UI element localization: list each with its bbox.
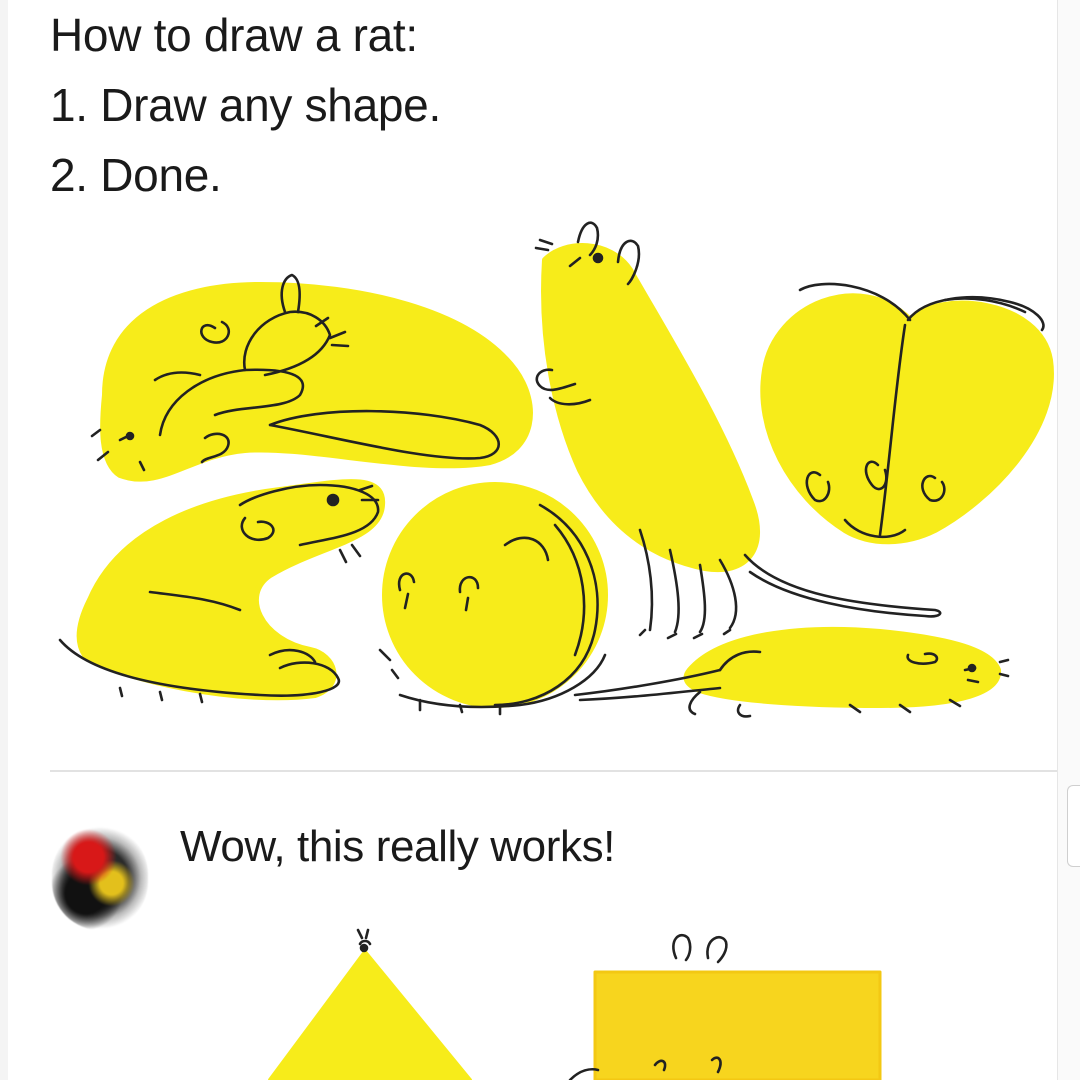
rat-triangle-shape (268, 928, 472, 1080)
scrollbar-edge[interactable] (1057, 0, 1080, 1080)
post-text: How to draw a rat: 1. Draw any shape. 2.… (50, 0, 441, 210)
rat-long-flat-shape (573, 626, 1010, 718)
rat-heart-shape (760, 282, 1054, 545)
post-title: How to draw a rat: (50, 9, 418, 61)
bottom-shapes (268, 928, 882, 1080)
rat-illustrations (58, 221, 1054, 718)
post-step-1: 1. Draw any shape. (50, 79, 441, 131)
rat-banana-shape (90, 273, 533, 482)
rat-square-shape (568, 933, 882, 1080)
comment-text: Wow, this really works! (180, 822, 615, 871)
rat-circle-shape (378, 482, 608, 716)
scroll-handle[interactable] (1067, 785, 1080, 867)
divider (50, 770, 1062, 772)
rat-crescent-shape (58, 479, 386, 704)
